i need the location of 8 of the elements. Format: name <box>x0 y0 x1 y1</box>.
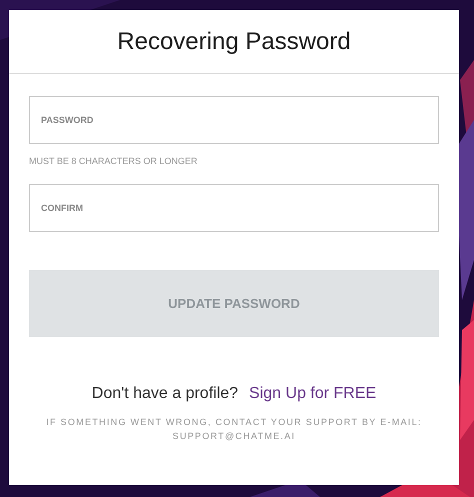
signup-prompt: Don't have a profile? <box>92 385 238 403</box>
page-title: Recovering Password <box>117 28 351 56</box>
support-text: SUPPORT@CHATME.AI <box>172 430 296 443</box>
signup-link[interactable]: Sign Up for FREE <box>249 385 376 403</box>
input-field[interactable]: CONFIRM <box>29 184 439 232</box>
input-field[interactable]: PASSWORD <box>29 96 439 144</box>
support-text: IF SOMETHING WENT WRONG, CONTACT YOUR SUPPORT BY E-MAIL: <box>45 416 423 429</box>
hint-text: MUST BE 8 CHARACTERS OR LONGER <box>29 156 198 166</box>
